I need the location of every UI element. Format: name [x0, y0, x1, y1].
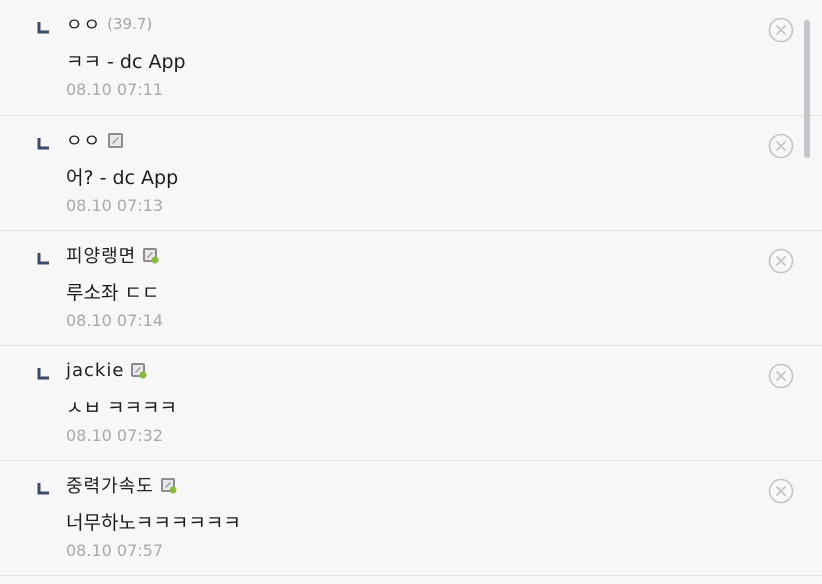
reply-date: 08.10 07:57 — [66, 541, 163, 560]
author-row: ㅇㅇ (39.7) — [66, 12, 152, 36]
author-nickname[interactable]: 중력가속도 — [66, 472, 154, 498]
delete-circle-x-icon[interactable] — [768, 363, 794, 389]
reply-date: 08.10 07:14 — [66, 311, 163, 330]
reply-arrow-icon — [37, 22, 49, 34]
reply-date: 08.10 07:11 — [66, 80, 163, 99]
reply-item: ㅇㅇ 어? - dc App 08.10 07:13 — [0, 116, 822, 231]
author-row: 피양랭면 — [66, 243, 159, 267]
author-ip: (39.7) — [107, 15, 153, 33]
reply-text: 루소좌 ㄷㄷ — [66, 282, 160, 304]
delete-circle-x-icon[interactable] — [768, 248, 794, 274]
reply-list: ㅇㅇ (39.7) ㅋㅋ - dc App 08.10 07:11 ㅇㅇ 어? … — [0, 0, 822, 584]
delete-circle-x-icon[interactable] — [768, 17, 794, 43]
reply-date: 08.10 07:13 — [66, 196, 163, 215]
delete-circle-x-icon[interactable] — [768, 478, 794, 504]
reply-text: ㅋㅋ - dc App — [66, 51, 186, 73]
scrollbar-thumb[interactable] — [804, 20, 810, 158]
reply-arrow-icon — [37, 253, 49, 265]
half-member-badge-icon — [143, 247, 159, 263]
reply-arrow-icon — [37, 138, 49, 150]
author-nickname[interactable]: jackie — [66, 360, 124, 381]
reply-text: 어? - dc App — [66, 167, 179, 189]
fixed-member-badge-icon — [108, 132, 124, 148]
author-row: jackie — [66, 358, 147, 382]
author-nickname[interactable]: 피양랭면 — [66, 242, 136, 268]
reply-item: 중력가속도 너무하노ㅋㅋㅋㅋㅋㅋ 08.10 07:57 — [0, 461, 822, 576]
reply-text: ㅅㅂ ㅋㅋㅋㅋ — [66, 397, 177, 419]
reply-arrow-icon — [37, 368, 49, 380]
author-row: 중력가속도 — [66, 473, 177, 497]
author-nickname[interactable]: ㅇㅇ — [66, 127, 101, 153]
reply-date: 08.10 07:32 — [66, 426, 163, 445]
reply-item: ㅇㅇ (39.7) ㅋㅋ - dc App 08.10 07:11 — [0, 0, 822, 116]
author-row: ㅇㅇ — [66, 128, 124, 152]
reply-arrow-icon — [37, 483, 49, 495]
half-member-badge-icon — [160, 477, 177, 493]
reply-item: 피양랭면 루소좌 ㄷㄷ 08.10 07:14 — [0, 231, 822, 346]
reply-text: 너무하노ㅋㅋㅋㅋㅋㅋ — [66, 512, 241, 534]
reply-item: jackie ㅅㅂ ㅋㅋㅋㅋ 08.10 07:32 — [0, 346, 822, 461]
half-member-badge-icon — [131, 362, 147, 378]
delete-circle-x-icon[interactable] — [768, 133, 794, 159]
author-nickname[interactable]: ㅇㅇ — [66, 11, 101, 37]
